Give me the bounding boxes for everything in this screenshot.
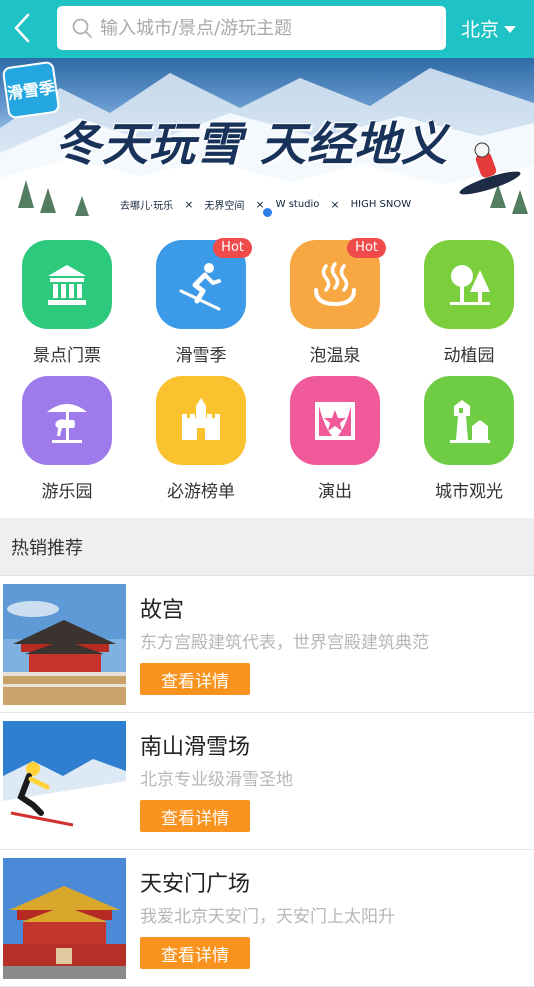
- palace-photo: [3, 584, 126, 705]
- carousel-indicator: [0, 208, 534, 217]
- banner-slogan: 冬天玩雪 天经地义: [55, 117, 449, 171]
- view-details-button[interactable]: 查看详情: [140, 663, 250, 695]
- search-icon: [72, 18, 92, 38]
- temple-icon: [22, 240, 112, 329]
- carousel-icon: [22, 376, 112, 465]
- view-details-button[interactable]: 查看详情: [140, 800, 250, 832]
- category-label: 必游榜单: [167, 482, 235, 502]
- search-input[interactable]: [100, 8, 440, 48]
- city-selector[interactable]: 北京: [461, 10, 517, 46]
- category-hot-spring[interactable]: Hot 泡温泉: [268, 226, 402, 366]
- list-item[interactable]: 故宫 东方宫殿建筑代表，世界宫殿建筑典范 查看详情: [0, 576, 534, 713]
- item-description: 北京专业级滑雪圣地: [140, 770, 293, 790]
- tree-icon: [424, 240, 514, 329]
- city-label: 北京: [461, 18, 500, 41]
- category-zoo-garden[interactable]: 动植园: [402, 226, 534, 366]
- carousel-dot-active[interactable]: [262, 208, 272, 217]
- category-amusement-park[interactable]: 游乐园: [0, 362, 134, 502]
- category-label: 游乐园: [41, 482, 93, 502]
- hot-badge: Hot: [347, 238, 386, 258]
- category-label: 演出: [318, 482, 352, 502]
- category-must-visit[interactable]: 必游榜单: [134, 362, 268, 502]
- castle-icon: [156, 376, 246, 465]
- category-tickets[interactable]: 景点门票: [0, 226, 134, 366]
- chevron-left-icon: [14, 13, 30, 43]
- skier-photo: [3, 721, 126, 842]
- caret-down-icon: [504, 25, 517, 33]
- category-shows[interactable]: 演出: [268, 362, 402, 502]
- item-title: 天安门广场: [140, 872, 251, 897]
- tiananmen-photo: [3, 858, 126, 979]
- back-button[interactable]: [2, 6, 42, 50]
- tower-icon: [424, 376, 514, 465]
- hot-badge: Hot: [213, 238, 252, 258]
- category-city-tour[interactable]: 城市观光: [402, 362, 534, 502]
- category-label: 城市观光: [435, 482, 503, 502]
- item-description: 我爱北京天安门，天安门上太阳升: [140, 907, 395, 927]
- top-bar: 北京: [0, 0, 534, 58]
- list-item[interactable]: 天安门广场 我爱北京天安门，天安门上太阳升 查看详情: [0, 850, 534, 987]
- skier-icon: Hot: [156, 238, 252, 329]
- promo-banner[interactable]: 滑雪季 冬天玩雪 天经地义 去哪儿·玩乐 × 无界空间 × W studio ×…: [0, 58, 534, 226]
- item-description: 东方宫殿建筑代表，世界宫殿建筑典范: [140, 633, 429, 653]
- view-details-button[interactable]: 查看详情: [140, 937, 250, 969]
- brand-logo: 滑雪季: [1, 60, 61, 120]
- category-skiing[interactable]: Hot 滑雪季: [134, 226, 268, 366]
- item-title: 南山滑雪场: [140, 735, 251, 760]
- stage-icon: [290, 376, 380, 465]
- section-title: 热销推荐: [0, 518, 534, 576]
- item-title: 故宫: [140, 598, 185, 623]
- category-grid: 景点门票 Hot 滑雪季 Hot 泡温泉 动植园 游乐园 必游榜单 演出 城市观…: [0, 226, 534, 518]
- hot-spring-icon: Hot: [290, 238, 386, 329]
- list-item[interactable]: 南山滑雪场 北京专业级滑雪圣地 查看详情: [0, 713, 534, 850]
- search-box[interactable]: [57, 6, 446, 50]
